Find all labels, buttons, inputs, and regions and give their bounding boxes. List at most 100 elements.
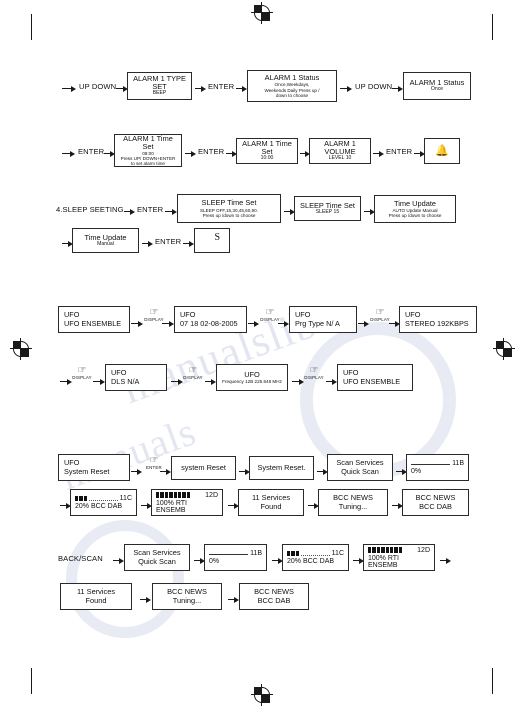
channel-label: 11B bbox=[250, 550, 262, 557]
label-enter: ENTER bbox=[208, 82, 235, 91]
screen-line-2: Manual bbox=[97, 240, 114, 247]
progress-blocks bbox=[368, 547, 403, 553]
label-up-down-2: UP DOWN bbox=[355, 82, 393, 91]
screen-line-1: system Reset bbox=[181, 462, 226, 472]
arrow bbox=[358, 320, 369, 327]
arrow bbox=[326, 378, 337, 385]
arrow bbox=[160, 468, 171, 475]
channel-label: 11C bbox=[119, 495, 132, 502]
screen-ufo-ensemble-2: UFO UFO ENSEMBLE bbox=[337, 364, 413, 391]
arrow bbox=[185, 150, 196, 157]
crop-mark-bottom-right bbox=[492, 668, 493, 694]
screen-scan-progress-12d-2: 12D 100% RTI ENSEMB bbox=[363, 544, 435, 571]
label-back-scan: BACK/SCAN bbox=[58, 554, 103, 563]
screen-line-2: Once bbox=[430, 86, 444, 93]
arrow bbox=[195, 85, 206, 92]
arrow bbox=[62, 150, 75, 157]
arrow bbox=[113, 557, 124, 564]
screen-line-1: ALARM 1 VOLUME bbox=[324, 138, 356, 157]
screen-bcc-news-tuning-2: BCC NEWS Tuning... bbox=[152, 583, 222, 610]
screen-alarm1-volume: ALARM 1 VOLUME LEVEL 10 bbox=[309, 138, 371, 164]
screen-scan-progress-11b-2: 11B 0% bbox=[204, 544, 267, 571]
hand-press-icon: ☞ bbox=[149, 455, 159, 466]
arrow bbox=[183, 240, 194, 247]
progress-blocks bbox=[287, 550, 300, 557]
progress-track bbox=[209, 550, 249, 555]
label-enter: ENTER bbox=[198, 147, 225, 156]
registration-mark-left bbox=[10, 338, 32, 360]
label-up-down: UP DOWN bbox=[79, 82, 117, 91]
channel-label: 11C bbox=[331, 550, 344, 557]
screen-sleep-indicator: S bbox=[194, 228, 230, 253]
crop-mark-top-right bbox=[492, 14, 493, 40]
progress-blocks bbox=[75, 495, 88, 502]
registration-mark-top bbox=[251, 2, 273, 24]
arrow bbox=[62, 85, 76, 92]
hand-press-icon: ☞ bbox=[77, 365, 87, 376]
screen-line-2: Tuning... bbox=[172, 595, 202, 605]
arrow bbox=[392, 85, 403, 92]
screen-line-4: down to choose bbox=[275, 92, 309, 98]
bell-icon: 🔔 bbox=[435, 144, 449, 157]
watermark-ring-2 bbox=[66, 520, 184, 638]
screen-services-found: 11 Services Found bbox=[238, 489, 304, 516]
screen-sleep-time-set-15: SLEEP Time Set SLEEP 15 bbox=[294, 196, 361, 221]
screen-line-2: Prg Type N/ A bbox=[295, 318, 340, 328]
screen-line-2: LEVEL 10 bbox=[328, 155, 352, 162]
screen-line-1: Time Update bbox=[393, 198, 437, 208]
screen-line-3: Press up /down to choose bbox=[388, 213, 442, 219]
screen-line-1: ALARM 1 TYPE SET bbox=[133, 73, 186, 92]
progress-percent: 0% bbox=[209, 558, 220, 565]
screen-scan-progress-11b: 11B 0% bbox=[406, 454, 469, 481]
label-enter: ENTER bbox=[137, 205, 164, 214]
screen-line-2: Quick Scan bbox=[138, 556, 176, 566]
arrow bbox=[162, 320, 174, 327]
hand-press-icon: ☞ bbox=[375, 307, 385, 318]
screen-scan-progress-11c: 11C 20% BCC DAB bbox=[70, 489, 137, 516]
channel-label: 12D bbox=[205, 491, 218, 499]
channel-label: 11B bbox=[452, 460, 464, 467]
screen-alarm1-time-set-0800: ALARM 1 Time Set 08:00 Press UP/ DOWN+EN… bbox=[114, 134, 182, 167]
crop-mark-top-left bbox=[31, 14, 32, 40]
arrow bbox=[440, 557, 451, 564]
screen-alarm1-type-set: ALARM 1 TYPE SET BEEP bbox=[127, 72, 192, 100]
arrow bbox=[131, 320, 143, 327]
progress-percent: 100% RTI ENSEMB bbox=[156, 499, 187, 514]
progress-percent: 20% BCC DAB bbox=[287, 558, 335, 565]
screen-line-2: System Reset bbox=[64, 466, 110, 476]
screen-line-2: Tuning... bbox=[338, 501, 368, 511]
arrow bbox=[93, 378, 105, 385]
arrow bbox=[278, 320, 289, 327]
screen-bcc-news-tuning: BCC NEWS Tuning... bbox=[318, 489, 388, 516]
screen-line-1: S bbox=[214, 232, 220, 243]
arrow bbox=[124, 208, 135, 215]
arrow bbox=[142, 240, 153, 247]
screen-line-1: UFO bbox=[244, 369, 260, 379]
screen-line-2: Frequency 12B 225.648 MHz bbox=[222, 379, 282, 385]
screen-scan-services-quick-scan: Scan Services Quick Scan bbox=[327, 454, 393, 481]
screen-line-1: ALARM 1 Time Set bbox=[123, 133, 173, 151]
arrow bbox=[228, 596, 239, 603]
hand-press-icon: ☞ bbox=[309, 365, 319, 376]
screen-line-2: BCC DAB bbox=[257, 595, 291, 605]
screen-alarm-bell: 🔔 bbox=[424, 138, 460, 164]
screen-line-2: 07 18 02-08-2005 bbox=[180, 318, 238, 328]
progress-percent: 100% RTI ENSEMB bbox=[368, 554, 399, 569]
progress-track bbox=[89, 496, 118, 501]
screen-line-4: to set alarm time bbox=[131, 161, 165, 167]
screen-line-2: Found bbox=[85, 595, 107, 605]
crop-mark-bottom-left bbox=[31, 668, 32, 694]
screen-time-update-options: Time Update AUTO Update Manual Press up … bbox=[374, 195, 456, 223]
screen-system-reset-2: System Reset. bbox=[249, 456, 314, 480]
hand-press-icon: ☞ bbox=[188, 365, 198, 376]
screen-line-2: UFO ENSEMBLE bbox=[343, 376, 401, 386]
progress-percent: 20% BCC DAB bbox=[75, 503, 123, 510]
screen-scan-progress-12d: 12D 100% RTI ENSEMB bbox=[151, 489, 223, 516]
screen-line-2: DLS N/A bbox=[111, 376, 140, 386]
manual-page: manualslib manuals UP DOWN ALARM 1 TYPE … bbox=[0, 0, 525, 708]
screen-ufo-prg-type: UFO Prg Type N/ A bbox=[289, 306, 357, 333]
screen-line-2: UFO ENSEMBLE bbox=[64, 318, 122, 328]
screen-line-1: ALARM 1 Time Set bbox=[242, 138, 292, 157]
arrow bbox=[340, 85, 352, 92]
screen-line-1: System Reset. bbox=[257, 462, 306, 472]
